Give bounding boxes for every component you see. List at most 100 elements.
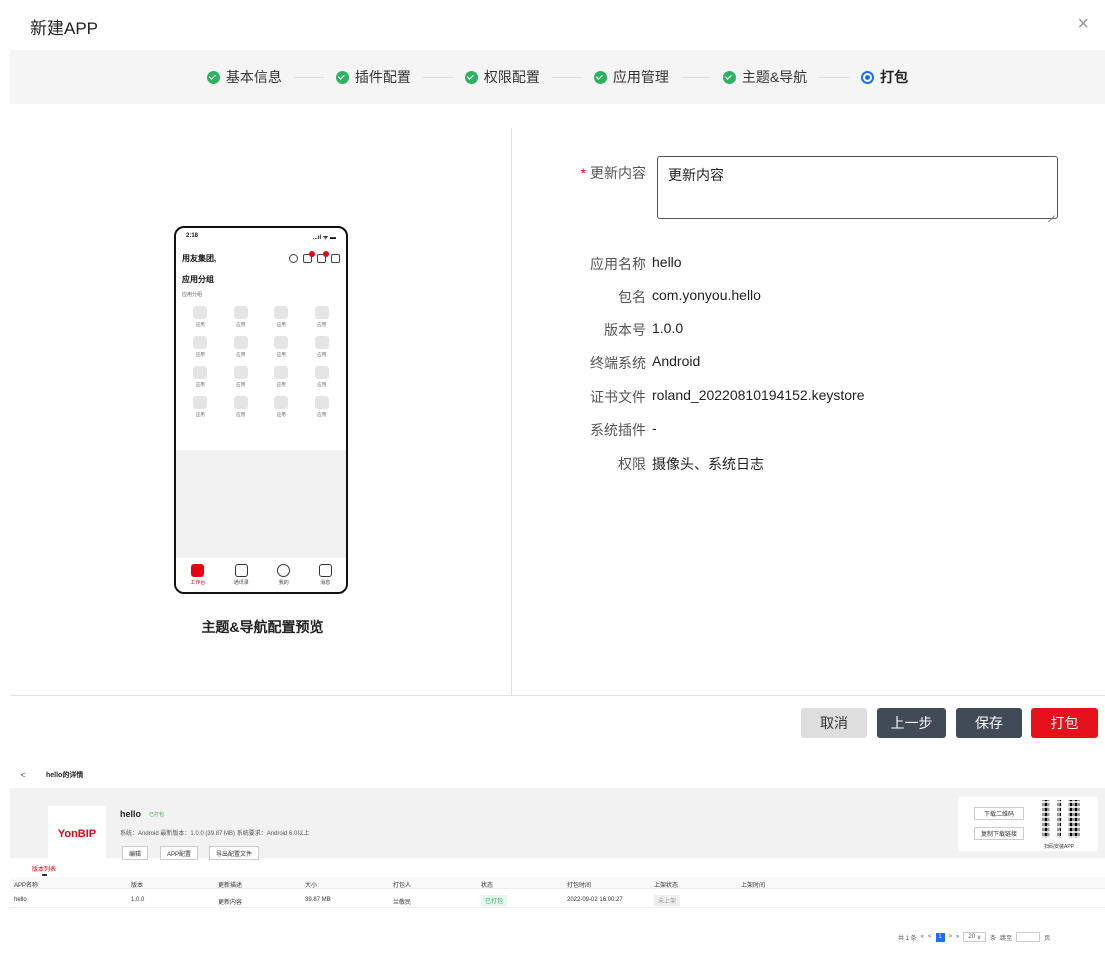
save-button[interactable]: 保存 [956,708,1022,738]
phone-app-item: 应用 [302,306,343,328]
prev-page-icon[interactable]: < [928,934,932,940]
package-button[interactable]: 打包 [1031,708,1098,738]
field-value: hello [652,254,682,270]
page-size-select[interactable]: 20 ∨ [963,932,987,942]
check-circle-icon [206,70,220,84]
last-page-icon[interactable]: » [956,934,959,940]
step-connector [680,76,711,78]
check-circle-icon [722,70,736,84]
app-logo: YonBIP [48,806,106,862]
form-row-os: 终端系统 Android [560,353,700,373]
app-placeholder-icon [233,306,248,319]
table-row[interactable]: hello 1.0.0 更新内容 39.87 MB 兰敬民 已打包 2022-0… [10,892,1105,908]
badge-dot [309,250,315,257]
table-cell: 更新内容 [218,900,243,906]
app-label: 应用 [276,352,286,357]
phone-header-icons [289,250,340,263]
tab-indicator [42,874,47,876]
field-label: 包名 [618,289,646,305]
copy-link-button[interactable]: 复制下载链接 [974,827,1024,840]
field-label: 权限 [618,456,646,472]
column-header: 大小 [305,883,318,889]
detail-title: hello的详情 [46,772,84,779]
step-connector [551,76,582,78]
footer-divider [10,695,1105,696]
phone-app-item: 应用 [180,336,221,358]
app-label: 应用 [317,352,327,357]
app-placeholder-icon [233,396,248,409]
field-value: - [652,420,657,436]
bell-icon [317,250,329,263]
resize-handle-icon[interactable] [1046,207,1055,216]
steps-bar: 基本信息 插件配置 权限配置 应用管理 主题&导航 打包 [10,50,1105,104]
table-cell: 1.0.0 [131,897,145,903]
phone-app-item: 应用 [180,366,221,388]
update-content-input[interactable]: 更新内容 [657,156,1058,219]
app-config-button[interactable]: APP配置 [160,846,199,860]
check-circle-icon [464,70,478,84]
app-placeholder-icon [233,366,248,379]
next-page-icon[interactable]: > [949,934,953,940]
app-label: 应用 [236,412,246,417]
table-header: APP名称 版本 更新描述 大小 打包人 状态 打包时间 上架状态 上架时间 [10,877,1105,889]
column-header: 打包人 [393,883,412,889]
step-theme-nav[interactable]: 主题&导航 [722,67,807,87]
app-placeholder-icon [314,336,329,349]
dialog-title: 新建APP [30,19,99,38]
page-size-value: 20 [968,934,976,940]
column-header: 版本 [131,883,144,889]
close-icon[interactable]: × [1077,14,1089,34]
field-label: 终端系统 [590,355,646,371]
preview-caption: 主题&导航配置预览 [201,619,324,635]
step-permission-config[interactable]: 权限配置 [464,67,540,87]
step-plugin-config[interactable]: 插件配置 [335,67,411,87]
previous-step-button[interactable]: 上一步 [877,708,946,738]
signal-icon: ...ıl ᯤ ▬ [312,235,336,241]
app-label: 应用 [317,382,327,387]
field-value: roland_20220810194152.keystore [652,387,865,403]
app-label: 应用 [276,382,286,387]
edit-button[interactable]: 编辑 [122,846,149,860]
app-placeholder-icon [193,396,208,409]
phone-app-item: 应用 [261,396,302,418]
tab-version-list[interactable]: 版本列表 [32,864,56,873]
phone-app-item: 应用 [261,306,302,328]
detail-header: < hello的详情 [10,762,1105,788]
export-config-button[interactable]: 导出配置文件 [209,846,260,860]
phone-time: 2:18 [186,233,199,239]
app-detail-card: YonBIP hello 已打包 系统：Android 最新版本：1.0.0 (… [10,788,1105,862]
step-label: 应用管理 [612,69,669,85]
step-package[interactable]: 打包 [861,67,908,87]
step-connector [293,76,324,78]
back-icon[interactable]: < [10,770,36,780]
shelf-status-badge: 未上架 [654,895,681,906]
step-connector [819,76,850,78]
pager-page-unit: 页 [1044,935,1051,942]
jump-page-input[interactable] [1016,932,1041,942]
user-icon [277,564,291,577]
app-placeholder-icon [193,336,208,349]
step-app-management[interactable]: 应用管理 [593,67,669,87]
phone-app-item: 应用 [302,336,343,358]
detail-app-name: hello [120,809,142,819]
app-label: 应用 [317,412,327,417]
form-row-permissions: 权限 摄像头、系统日志 [560,454,764,474]
qr-panel: 下载二维码 复制下载链接 扫码安装APP [958,797,1098,851]
pagination: 共 1 条 « < 1 > » 20 ∨ 条 跳至 页 [898,932,1050,942]
page-number[interactable]: 1 [935,932,945,942]
phone-tab-contacts: 通讯录 [234,564,249,586]
app-meta: 系统：Android 最新版本：1.0.0 (39.87 MB) 系统要求：An… [120,831,310,837]
app-label: 应用 [195,412,205,417]
table-cell: 39.87 MB [305,897,331,903]
cancel-button[interactable]: 取消 [801,708,867,738]
step-basic-info[interactable]: 基本信息 [206,67,282,87]
first-page-icon[interactable]: « [921,934,924,940]
status-badge: 已打包 [149,812,165,818]
download-qr-button[interactable]: 下载二维码 [974,807,1024,820]
form-row-app-name: 应用名称 hello [560,254,682,274]
phone-app-item: 应用 [302,396,343,418]
phone-app-item: 应用 [261,336,302,358]
current-step-icon [861,70,875,84]
app-placeholder-icon [314,306,329,319]
app-label: 应用 [236,382,246,387]
